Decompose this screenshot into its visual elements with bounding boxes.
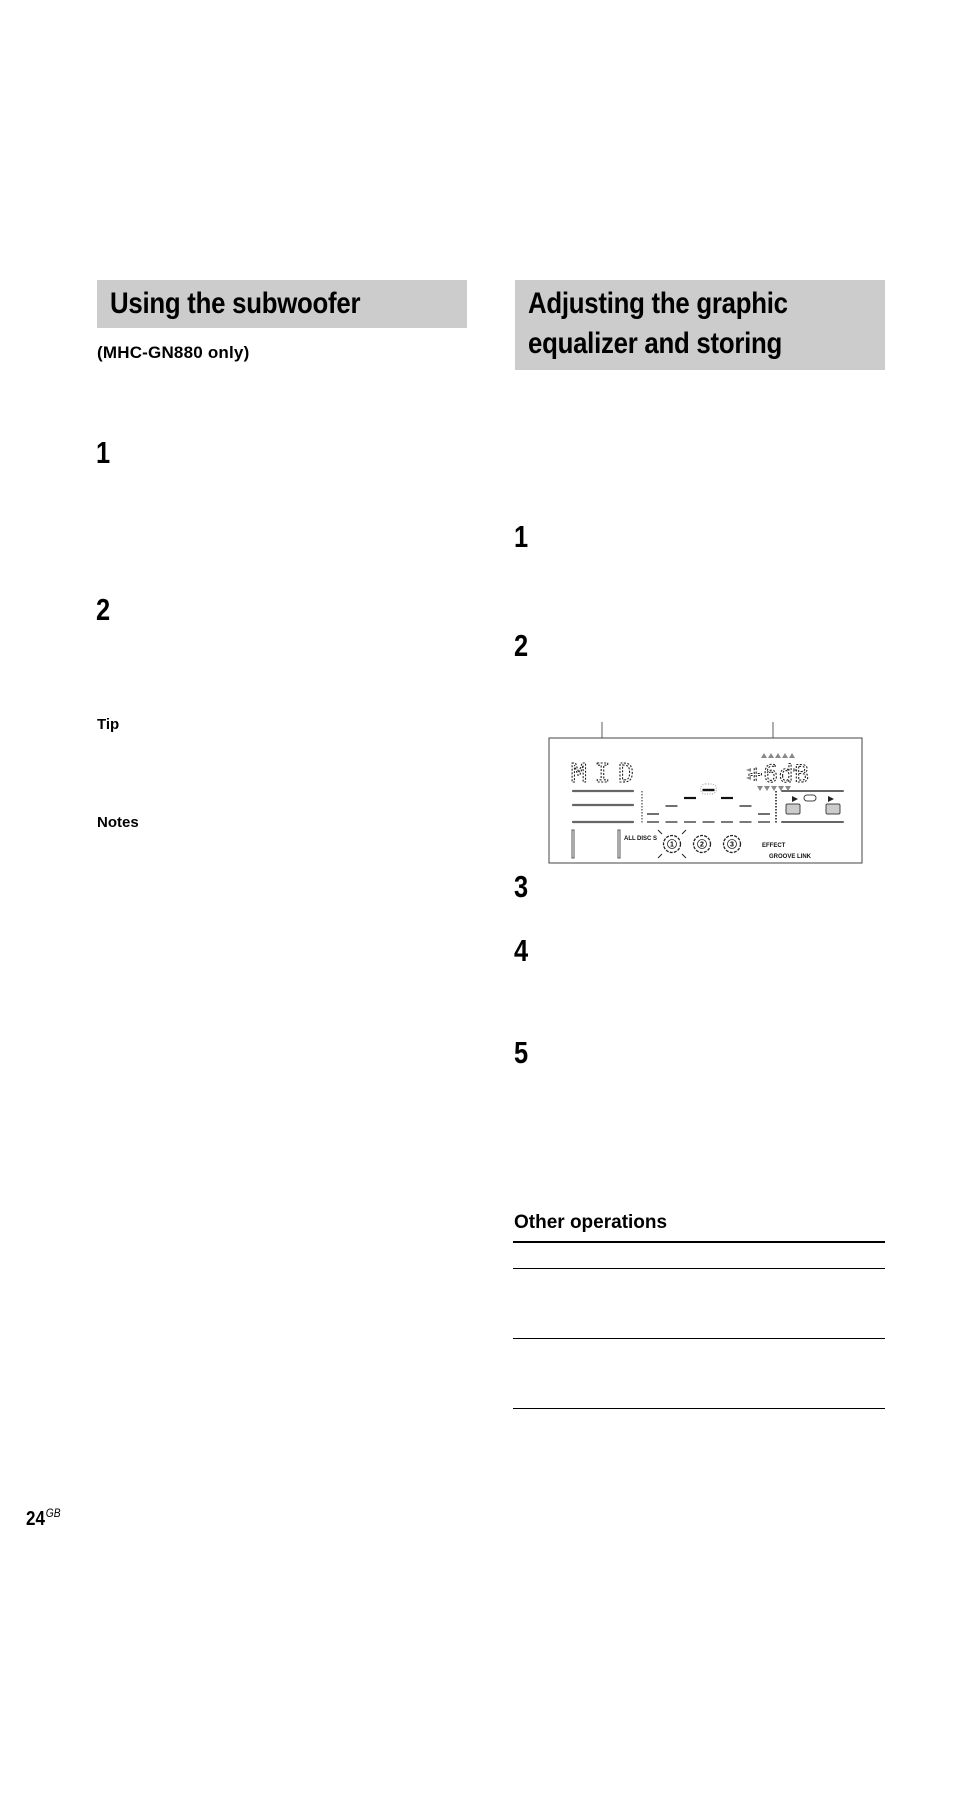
- table-top-rule: [513, 1241, 885, 1243]
- indicator-box-1: [785, 803, 801, 815]
- disc-tray-number: 1: [670, 842, 674, 849]
- discs-indicator: DISC S: [637, 836, 657, 842]
- table-row-rule-2: [513, 1338, 885, 1339]
- tip-label: Tip: [97, 716, 120, 733]
- table-row-rule-1: [513, 1268, 885, 1269]
- effect-indicator: EFFECT: [762, 843, 786, 849]
- right-step-4-number: 4: [514, 933, 529, 968]
- other-operations-heading: Other operations: [514, 1212, 668, 1233]
- lcd-display-illustration: MID +6dB ALL DISC S 1 2 3 EFFECT GROOVE …: [545, 716, 865, 866]
- table-row-rule-3: [513, 1408, 885, 1409]
- band-label-text: MID: [571, 759, 642, 789]
- level-value-text: +6dB: [748, 760, 810, 788]
- disc-tray-2-icon: 2: [692, 834, 712, 854]
- page-number: 24GB: [26, 1506, 61, 1531]
- disc-tray-3-icon: 3: [722, 834, 742, 854]
- disc-tray-number: 3: [730, 842, 734, 849]
- notes-label: Notes: [97, 814, 139, 831]
- right-title-banner: Adjusting the graphic equalizer and stor…: [515, 280, 885, 370]
- right-section-title-line2: equalizer and storing: [528, 327, 783, 360]
- left-section-title: Using the subwoofer: [110, 287, 361, 320]
- right-step-2-number: 2: [514, 628, 529, 663]
- right-section-title-line1: Adjusting the graphic: [528, 287, 788, 320]
- right-step-1-number: 1: [514, 519, 529, 554]
- left-step-1-number: 1: [96, 435, 111, 470]
- page-number-suffix: GB: [45, 1506, 61, 1520]
- all-indicator: ALL: [624, 836, 636, 842]
- model-note: (MHC-GN880 only): [97, 343, 250, 362]
- left-step-2-number: 2: [96, 592, 111, 627]
- right-step-3-number: 3: [514, 869, 529, 904]
- indicator-box-2: [825, 803, 841, 815]
- left-title-banner: Using the subwoofer: [97, 280, 467, 328]
- disc-tray-number: 2: [700, 842, 704, 849]
- groove-link-indicator: GROOVE LINK: [769, 854, 812, 860]
- lcd-display-svg: MID +6dB ALL DISC S 1 2 3 EFFECT GROOVE …: [548, 722, 863, 864]
- right-step-5-number: 5: [514, 1035, 529, 1070]
- page-number-value: 24: [26, 1508, 45, 1530]
